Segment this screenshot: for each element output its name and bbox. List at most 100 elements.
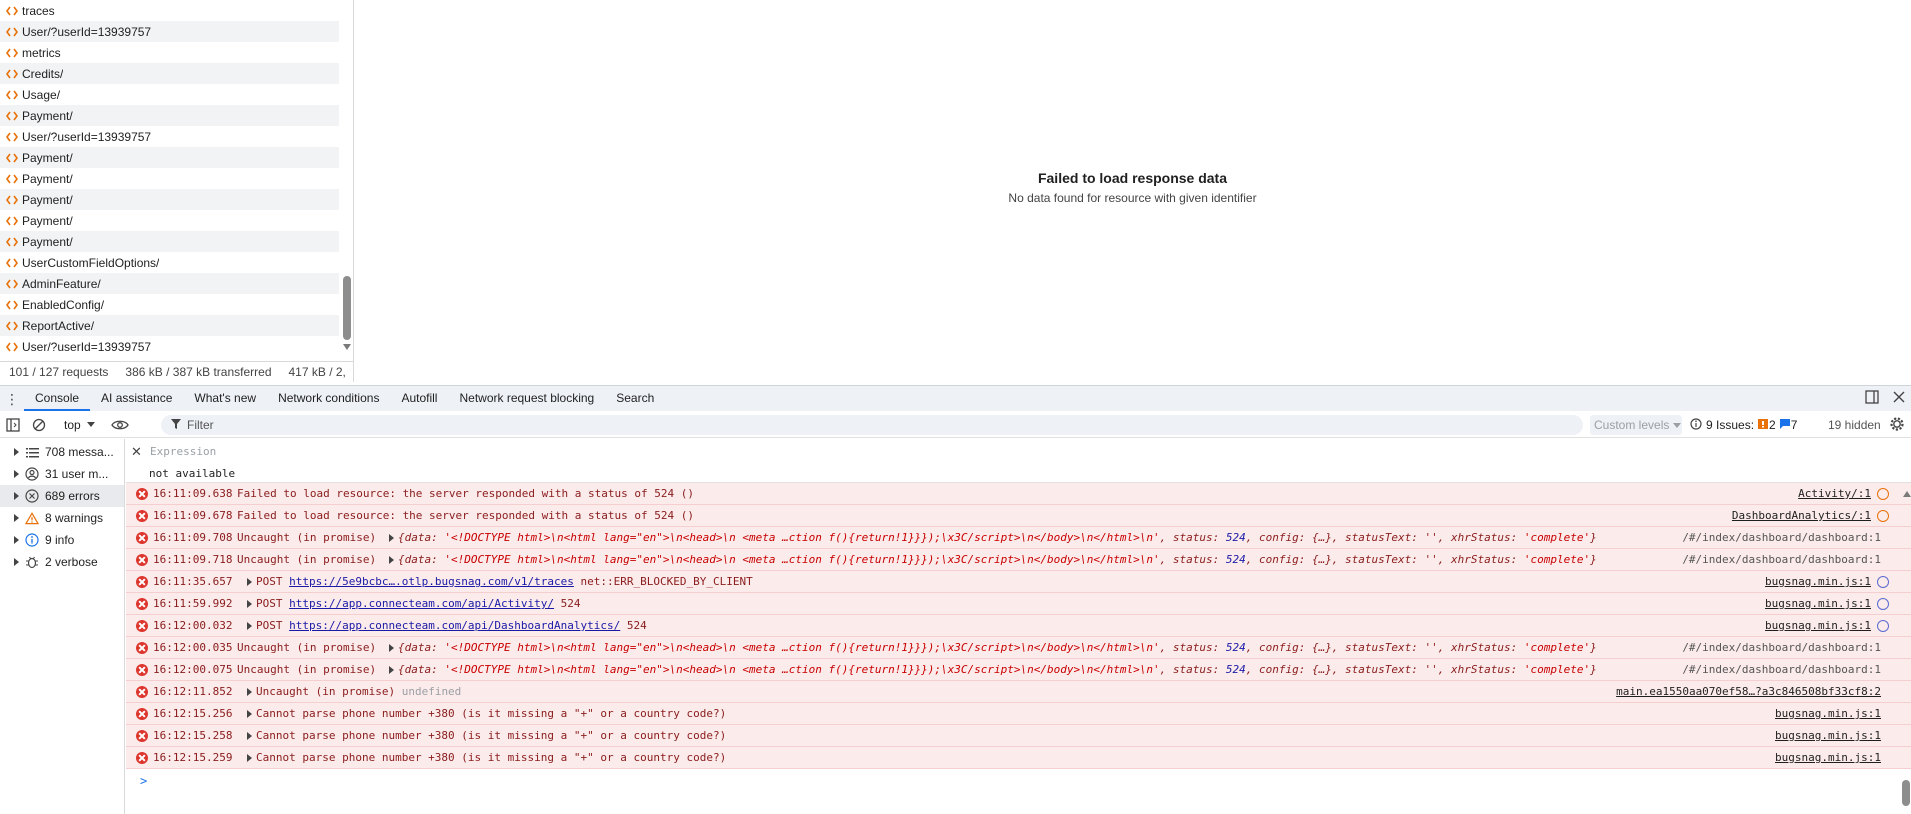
expand-triangle-icon[interactable] [247, 600, 252, 608]
console-error-row[interactable]: 16:11:35.657 POST https://5e9bcbc….otlp.… [126, 571, 1911, 593]
request-row[interactable]: AdminFeature/ [0, 273, 339, 294]
source-link[interactable]: bugsnag.min.js:1 [1775, 751, 1881, 764]
scrollbar-thumb[interactable] [1902, 780, 1910, 806]
gear-icon[interactable] [1889, 416, 1905, 435]
error-object-preview[interactable]: {data: '<!DOCTYPE html>\n<html lang="en"… [389, 553, 1597, 566]
request-row[interactable]: metrics [0, 42, 352, 63]
expand-triangle-icon[interactable] [247, 688, 252, 696]
sidebar-item-verbose[interactable]: 2 verbose [0, 551, 124, 573]
console-error-row[interactable]: 16:12:15.258 Cannot parse phone number +… [126, 725, 1911, 747]
error-message[interactable]: Cannot parse phone number +380 (is it mi… [247, 729, 726, 742]
source-location[interactable]: /#/index/dashboard/dashboard:1 [1682, 531, 1881, 544]
console-error-row[interactable]: 16:11:09.708 Uncaught (in promise) {data… [126, 527, 1911, 549]
sidebar-toggle-icon[interactable] [0, 412, 26, 438]
sidebar-item-warnings[interactable]: 8 warnings [0, 507, 124, 529]
request-row[interactable]: Payment/ [0, 168, 352, 189]
sidebar-item-messages[interactable]: 708 messa... [0, 441, 124, 463]
context-selector[interactable]: top [52, 418, 103, 432]
error-object-preview[interactable]: {data: '<!DOCTYPE html>\n<html lang="en"… [389, 531, 1597, 544]
issues-counter[interactable]: 9 Issues: 2 7 [1690, 415, 1797, 435]
network-request-icon[interactable] [1877, 576, 1889, 588]
console-error-row[interactable]: 16:11:09.718 Uncaught (in promise) {data… [126, 549, 1911, 571]
request-url-link[interactable]: https://5e9bcbc….otlp.bugsnag.com/v1/tra… [289, 575, 574, 588]
more-vertical-icon[interactable]: ⋮ [0, 392, 24, 406]
error-message[interactable]: Cannot parse phone number +380 (is it mi… [247, 707, 726, 720]
console-error-row[interactable]: 16:12:00.035 Uncaught (in promise) {data… [126, 637, 1911, 659]
clear-console-icon[interactable] [26, 412, 52, 438]
error-message[interactable]: Uncaught (in promise) undefined [247, 685, 461, 698]
filter-input[interactable]: Filter [161, 415, 1583, 435]
request-row[interactable]: Payment/ [0, 231, 339, 252]
request-row[interactable]: ReportActive/ [0, 315, 339, 336]
source-link[interactable]: DashboardAnalytics/:1 [1732, 509, 1871, 522]
scroll-down-icon[interactable] [343, 344, 351, 350]
request-row[interactable]: Payment/ [0, 147, 339, 168]
tab-autofill[interactable]: Autofill [390, 386, 448, 411]
eye-icon[interactable] [107, 412, 133, 438]
expand-triangle-icon[interactable] [389, 534, 394, 542]
tab-network-conditions[interactable]: Network conditions [267, 386, 390, 411]
expand-triangle-icon[interactable] [247, 622, 252, 630]
error-message[interactable]: Cannot parse phone number +380 (is it mi… [247, 751, 726, 764]
tab-ai-assistance[interactable]: AI assistance [90, 386, 183, 411]
close-icon[interactable]: ✕ [131, 444, 142, 460]
tab-search[interactable]: Search [605, 386, 665, 411]
expand-triangle-icon[interactable] [389, 666, 394, 674]
sidebar-item-user-messages[interactable]: 31 user m... [0, 463, 124, 485]
request-row[interactable]: User/?userId=13939757 [0, 126, 352, 147]
source-location[interactable]: /#/index/dashboard/dashboard:1 [1682, 553, 1881, 566]
tab-whats-new[interactable]: What's new [183, 386, 267, 411]
network-request-icon[interactable] [1877, 620, 1889, 632]
request-row[interactable]: EnabledConfig/ [0, 294, 352, 315]
request-row[interactable]: User/?userId=13939757 [0, 21, 339, 42]
request-url-link[interactable]: https://app.connecteam.com/api/Dashboard… [289, 619, 620, 632]
error-message[interactable]: POST https://app.connecteam.com/api/Acti… [247, 597, 581, 610]
console-error-row[interactable]: 16:11:59.992 POST https://app.connecteam… [126, 593, 1911, 615]
request-row[interactable]: Usage/ [0, 84, 352, 105]
request-row[interactable]: UserCustomFieldOptions/ [0, 252, 352, 273]
expand-triangle-icon[interactable] [389, 556, 394, 564]
console-error-row[interactable]: 16:12:15.256 Cannot parse phone number +… [126, 703, 1911, 725]
request-url-link[interactable]: https://app.connecteam.com/api/Activity/ [289, 597, 554, 610]
scroll-up-icon[interactable] [1903, 491, 1911, 497]
request-row[interactable]: traces [0, 0, 352, 21]
error-message[interactable]: POST https://5e9bcbc….otlp.bugsnag.com/v… [247, 575, 753, 588]
dock-side-icon[interactable] [1865, 390, 1879, 407]
source-location[interactable]: /#/index/dashboard/dashboard:1 [1682, 641, 1881, 654]
network-request-icon[interactable] [1877, 598, 1889, 610]
expand-triangle-icon[interactable] [247, 578, 252, 586]
source-link[interactable]: bugsnag.min.js:1 [1775, 707, 1881, 720]
expand-triangle-icon[interactable] [247, 732, 252, 740]
console-scrollbar[interactable] [1901, 439, 1911, 814]
request-row[interactable]: Payment/ [0, 210, 352, 231]
error-object-preview[interactable]: {data: '<!DOCTYPE html>\n<html lang="en"… [389, 663, 1597, 676]
source-link[interactable]: bugsnag.min.js:1 [1765, 575, 1871, 588]
tab-console[interactable]: Console [24, 386, 91, 411]
tab-network-request-blocking[interactable]: Network request blocking [448, 386, 605, 411]
request-row[interactable]: Payment/ [0, 189, 339, 210]
network-request-icon[interactable] [1877, 488, 1889, 500]
source-link[interactable]: bugsnag.min.js:1 [1765, 597, 1871, 610]
console-error-row[interactable]: 16:11:09.638 Failed to load resource: th… [126, 483, 1911, 505]
console-error-row[interactable]: 16:12:15.259 Cannot parse phone number +… [126, 747, 1911, 769]
log-levels-dropdown[interactable]: Custom levels [1590, 415, 1682, 435]
expand-triangle-icon[interactable] [247, 710, 252, 718]
source-link[interactable]: bugsnag.min.js:1 [1765, 619, 1871, 632]
console-error-row[interactable]: 16:12:11.852 Uncaught (in promise) undef… [126, 681, 1911, 703]
error-object-preview[interactable]: {data: '<!DOCTYPE html>\n<html lang="en"… [389, 641, 1597, 654]
request-row[interactable]: Credits/ [0, 63, 339, 84]
close-icon[interactable] [1893, 391, 1905, 406]
expand-triangle-icon[interactable] [389, 644, 394, 652]
scrollbar-thumb[interactable] [343, 276, 351, 340]
sidebar-item-info[interactable]: 9 info [0, 529, 124, 551]
network-request-icon[interactable] [1877, 510, 1889, 522]
source-link[interactable]: bugsnag.min.js:1 [1775, 729, 1881, 742]
error-message[interactable]: POST https://app.connecteam.com/api/Dash… [247, 619, 647, 632]
console-prompt[interactable]: > [126, 769, 1911, 793]
request-row[interactable]: User/?userId=13939757 [0, 336, 352, 355]
request-row[interactable]: Payment/ [0, 105, 339, 126]
source-link[interactable]: Activity/:1 [1798, 487, 1871, 500]
console-error-row[interactable]: 16:12:00.075 Uncaught (in promise) {data… [126, 659, 1911, 681]
source-link[interactable]: main.ea1550aa070ef58…?a3c846508bf33cf8:2 [1616, 685, 1881, 698]
console-error-row[interactable]: 16:11:09.678 Failed to load resource: th… [126, 505, 1911, 527]
